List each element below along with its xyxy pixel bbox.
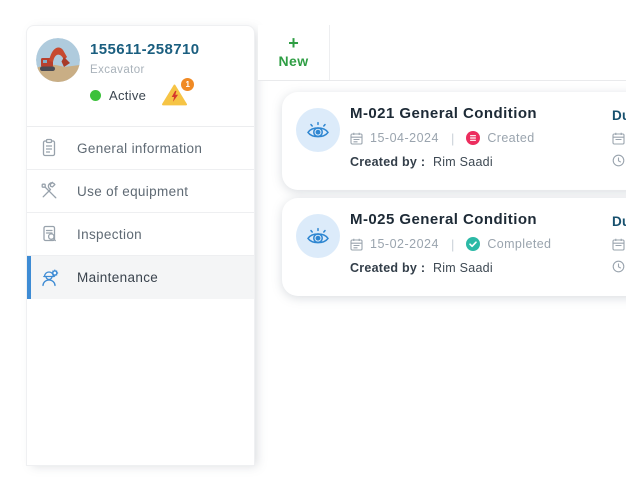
status-label: Created: [487, 131, 534, 145]
maintenance-title: M-025 General Condition: [350, 211, 551, 228]
excavator-photo: [36, 38, 80, 82]
alert-warning[interactable]: 1: [162, 84, 187, 106]
maintenance-card[interactable]: M-021 General Condition 15-04-2024 | Cre…: [282, 92, 626, 190]
profile-info: 155611-258710 Excavator Active 1: [90, 38, 199, 126]
calendar-icon: [350, 132, 363, 145]
status-label: Completed: [487, 237, 551, 251]
tools-icon: [39, 181, 59, 201]
clipboard-icon: [39, 138, 59, 158]
worker-gear-icon: [39, 268, 59, 288]
sidebar-item-label: Use of equipment: [77, 184, 188, 199]
created-by-row: Created by : Rim Saadi: [350, 261, 551, 275]
completed-status-icon: [466, 237, 480, 251]
equipment-id: 155611-258710: [90, 41, 199, 58]
clock-icon: [612, 260, 625, 273]
maintenance-toolbar: + New: [258, 25, 626, 81]
sidebar-item-general-information[interactable]: General information: [27, 127, 254, 170]
card-meta-row: 15-02-2024 | Completed: [350, 237, 551, 251]
maintenance-card[interactable]: M-025 General Condition 15-02-2024 | Com…: [282, 198, 626, 296]
due-date-label: Du: [612, 214, 626, 229]
calendar-icon: [612, 238, 625, 251]
card-main-info: M-021 General Condition 15-04-2024 | Cre…: [350, 105, 537, 169]
created-by-name: Rim Saadi: [433, 261, 493, 275]
created-by-label: Created by :: [350, 155, 425, 169]
sidebar-item-label: General information: [77, 141, 202, 156]
sidebar-item-use-of-equipment[interactable]: Use of equipment: [27, 170, 254, 213]
maintenance-title: M-021 General Condition: [350, 105, 537, 122]
equipment-avatar: [36, 38, 80, 82]
card-meta-row: 15-04-2024 | Created: [350, 131, 537, 145]
new-button-label: New: [279, 53, 309, 69]
equipment-profile: 155611-258710 Excavator Active 1: [27, 26, 254, 126]
status-row: Active 1: [90, 84, 199, 106]
new-maintenance-button[interactable]: + New: [258, 25, 330, 80]
calendar-icon: [612, 132, 625, 145]
due-date-column: Du: [612, 214, 626, 273]
due-date-column: Du: [612, 108, 626, 167]
view-record-button[interactable]: [296, 214, 340, 258]
clock-icon: [612, 154, 625, 167]
sidebar-item-label: Inspection: [77, 227, 142, 242]
created-by-row: Created by : Rim Saadi: [350, 155, 537, 169]
sidebar-item-maintenance[interactable]: Maintenance: [27, 256, 254, 299]
created-by-name: Rim Saadi: [433, 155, 493, 169]
maintenance-date: 15-02-2024: [370, 237, 439, 251]
plus-icon: +: [288, 36, 299, 50]
sidebar-item-label: Maintenance: [77, 270, 158, 285]
due-date-label: Du: [612, 108, 626, 123]
equipment-type: Excavator: [90, 64, 199, 76]
active-status-dot: [90, 90, 101, 101]
view-record-button[interactable]: [296, 108, 340, 152]
eye-icon: [306, 120, 330, 140]
alert-count-badge: 1: [181, 78, 194, 91]
calendar-icon: [350, 238, 363, 251]
maintenance-date: 15-04-2024: [370, 131, 439, 145]
active-status-label: Active: [109, 88, 146, 103]
sidebar-item-inspection[interactable]: Inspection: [27, 213, 254, 256]
sidebar-menu: General information Use of equipment Ins…: [27, 126, 254, 299]
card-main-info: M-025 General Condition 15-02-2024 | Com…: [350, 211, 551, 275]
inspection-document-icon: [39, 224, 59, 244]
equipment-sidebar: 155611-258710 Excavator Active 1: [26, 25, 255, 466]
created-status-icon: [466, 131, 480, 145]
created-by-label: Created by :: [350, 261, 425, 275]
eye-icon: [306, 226, 330, 246]
meta-separator: |: [451, 237, 454, 252]
meta-separator: |: [451, 131, 454, 146]
